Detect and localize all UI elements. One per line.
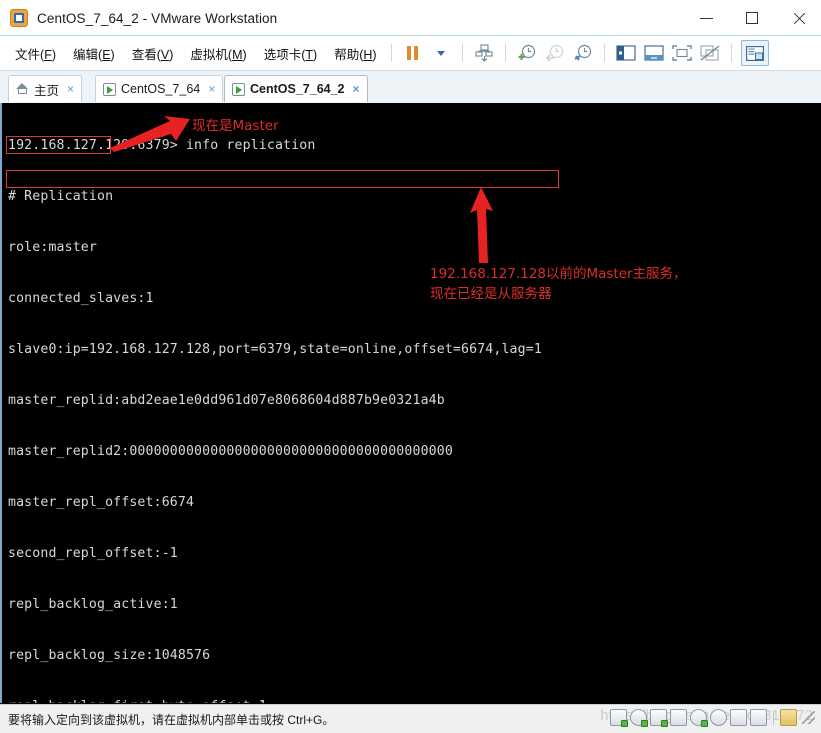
menu-edit-mnemonic: E <box>102 47 111 62</box>
terminal-line: slave0:ip=192.168.127.128,port=6379,stat… <box>8 342 542 357</box>
menu-vm-mnemonic: M <box>232 47 243 62</box>
panel-bottom-icon <box>643 45 664 61</box>
manage-snapshot-button[interactable] <box>472 41 496 65</box>
snapshot-manage-icon <box>475 44 493 62</box>
tab-centos-7-64[interactable]: CentOS_7_64 × <box>95 75 224 102</box>
menu-tabs[interactable]: 选项卡(T) <box>257 41 325 66</box>
show-library-button[interactable] <box>614 41 638 65</box>
terminal-output: 192.168.127.129:6379> info replication #… <box>8 103 542 703</box>
tab-centos-7-64-2[interactable]: CentOS_7_64_2 × <box>224 75 368 102</box>
hard-disk-status-icon[interactable] <box>610 709 628 727</box>
home-icon <box>16 83 29 95</box>
display-2-status-icon[interactable] <box>750 709 767 726</box>
tab-centos-7-64-2-close-icon[interactable]: × <box>353 82 360 96</box>
terminal-line: role:master <box>8 240 97 255</box>
snapshot-add-icon <box>518 44 535 60</box>
tab-home-label: 主页 <box>34 83 60 98</box>
vm-icon-active <box>232 82 245 96</box>
console-view-button[interactable] <box>740 40 769 66</box>
console-view-icon <box>745 45 764 61</box>
window-title: CentOS_7_64_2 - VMware Workstation <box>37 10 278 26</box>
take-snapshot-button[interactable] <box>515 41 539 65</box>
menu-help-label: 帮助 <box>334 47 360 62</box>
tab-strip: 主页 × CentOS_7_64 × CentOS_7_64_2 × <box>0 70 821 103</box>
resize-grip[interactable] <box>802 711 815 724</box>
menu-file-mnemonic: F <box>44 47 52 62</box>
terminal-line: 192.168.127.129:6379> info replication <box>8 138 316 153</box>
menu-tabs-mnemonic: T <box>305 47 314 62</box>
unity-icon <box>699 45 719 61</box>
printer-status-icon[interactable] <box>670 709 687 726</box>
display-1-status-icon[interactable] <box>730 709 747 726</box>
close-button[interactable] <box>775 3 821 33</box>
vmware-workstation-window: CentOS_7_64_2 - VMware Workstation 文件(F)… <box>0 0 821 733</box>
power-dropdown[interactable] <box>429 41 453 65</box>
network-adapter-status-icon[interactable] <box>650 709 668 727</box>
title-bar: CentOS_7_64_2 - VMware Workstation <box>0 0 821 36</box>
terminal-line: repl_backlog_size:1048576 <box>8 648 211 663</box>
terminal-line: master_repl_offset:6674 <box>8 495 195 510</box>
snapshot-manager-button[interactable] <box>571 41 595 65</box>
tab-centos-7-64-2-label: CentOS_7_64_2 <box>250 82 345 96</box>
status-device-icons <box>610 709 815 727</box>
status-bar: 要将输入定向到该虚拟机，请在虚拟机内部单击或按 Ctrl+G。 https://… <box>0 704 821 733</box>
cd-dvd-status-icon[interactable] <box>630 709 648 727</box>
maximize-button[interactable] <box>729 3 775 33</box>
terminal-line: # Replication <box>8 189 114 204</box>
show-thumbnail-bar-button[interactable] <box>642 41 666 65</box>
toolbar-divider-5 <box>730 44 732 62</box>
menu-file[interactable]: 文件(F) <box>8 41 63 66</box>
minimize-button[interactable] <box>683 3 729 33</box>
panel-left-icon <box>615 45 636 61</box>
menu-view[interactable]: 查看(V) <box>125 41 181 66</box>
menu-help-mnemonic: H <box>363 47 373 62</box>
status-message: 要将输入定向到该虚拟机，请在虚拟机内部单击或按 Ctrl+G。 <box>8 712 335 727</box>
toolbar-divider <box>390 44 392 62</box>
tab-centos-7-64-close-icon[interactable]: × <box>208 82 215 96</box>
annotation-note-master: 现在是Master <box>192 118 279 134</box>
fullscreen-button[interactable] <box>670 41 694 65</box>
vmware-icon <box>10 9 28 27</box>
toolbar-divider-3 <box>504 44 506 62</box>
vm-console-screen[interactable]: 192.168.127.129:6379> info replication #… <box>0 103 821 703</box>
annotation-note-slave-line1: 192.168.127.128以前的Master主服务， <box>430 266 687 282</box>
vm-icon <box>103 82 116 96</box>
revert-snapshot-button[interactable] <box>543 41 567 65</box>
terminal-line: master_replid2:0000000000000000000000000… <box>8 444 453 459</box>
terminal-line: repl_backlog_active:1 <box>8 597 178 612</box>
message-log-icon[interactable] <box>780 709 797 726</box>
terminal-line: second_repl_offset:-1 <box>8 546 178 561</box>
toolbar-divider-2 <box>461 44 463 62</box>
tab-home-close-icon[interactable]: × <box>67 82 74 96</box>
annotation-note-slave-line2: 现在已经是从服务器 <box>430 286 552 302</box>
menu-view-mnemonic: V <box>160 47 170 62</box>
menu-edit-label: 编辑 <box>73 47 99 62</box>
unity-mode-button[interactable] <box>698 41 722 65</box>
snapshot-settings-icon <box>574 44 591 61</box>
menu-vm[interactable]: 虚拟机(M) <box>183 41 253 66</box>
menu-tabs-label: 选项卡 <box>263 47 302 62</box>
window-controls <box>683 0 821 36</box>
usb-status-icon[interactable] <box>710 709 727 726</box>
menu-file-label: 文件 <box>15 47 41 62</box>
menu-view-label: 查看 <box>131 47 157 62</box>
terminal-line: master_replid:abd2eae1e0dd961d07e8068604… <box>8 393 445 408</box>
tab-centos-7-64-label: CentOS_7_64 <box>121 82 201 96</box>
menu-toolbar-row: 文件(F) 编辑(E) 查看(V) 虚拟机(M) 选项卡(T) 帮助(H) <box>0 36 821 70</box>
sound-card-status-icon[interactable] <box>690 709 708 727</box>
pause-icon <box>407 46 419 60</box>
menu-edit[interactable]: 编辑(E) <box>66 41 122 66</box>
tab-home[interactable]: 主页 × <box>8 75 83 102</box>
menu-vm-label: 虚拟机 <box>190 47 228 62</box>
toolbar-divider-4 <box>603 44 605 62</box>
snapshot-revert-icon <box>545 44 563 62</box>
status-divider <box>773 710 774 725</box>
chevron-down-icon <box>436 50 445 56</box>
fullscreen-icon <box>671 45 692 61</box>
suspend-button[interactable] <box>401 41 425 65</box>
menu-help[interactable]: 帮助(H) <box>327 41 383 66</box>
